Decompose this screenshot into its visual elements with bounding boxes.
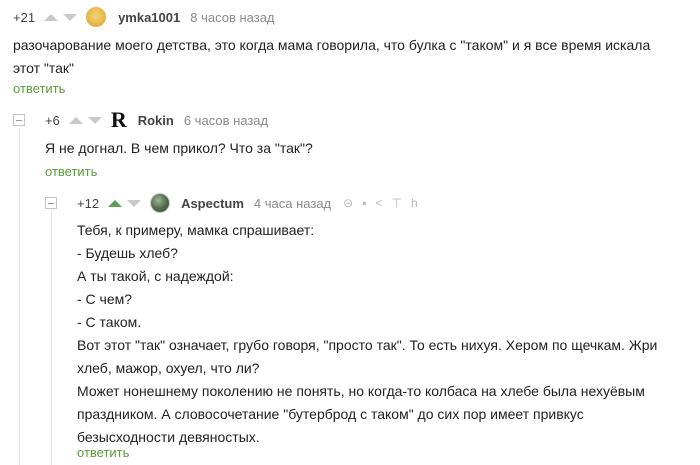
avatar[interactable]: R	[111, 109, 127, 131]
comment-text: Тебя, к примеру, мамка спрашивает: - Буд…	[77, 219, 657, 449]
save-icon[interactable]: ▪	[362, 196, 366, 210]
comment-text-line: Может нонешнему поколению не понять, но …	[77, 383, 645, 399]
share-icon[interactable]: <	[375, 196, 382, 210]
comment-text-line: безысходности девяностых.	[77, 429, 260, 445]
link-icon[interactable]: ⊝	[343, 196, 353, 210]
comment-rating: +12	[77, 195, 100, 211]
comment-rating: +21	[13, 9, 36, 25]
avatar[interactable]	[150, 193, 171, 213]
comment-author[interactable]: Aspectum	[181, 196, 244, 211]
reply-link[interactable]: ответить	[77, 445, 129, 460]
vote-up-icon[interactable]	[108, 199, 123, 207]
comment-text-line: Вот этот "так" означает, грубо говоря, "…	[77, 337, 658, 353]
avatar[interactable]	[86, 7, 107, 27]
comment-text-line: А ты такой, с надеждой:	[77, 268, 234, 284]
comment-header: +6 R Rokin 6 часов назад	[45, 109, 269, 131]
comment-rating: +6	[45, 112, 60, 128]
comment-text-line: Тебя, к примеру, мамка спрашивает:	[77, 222, 315, 238]
comment-time: 4 часа назад	[253, 195, 332, 211]
reply-link[interactable]: ответить	[13, 81, 65, 96]
comment-text-line: Я не догнал. В чем прикол? Что за "так"?	[45, 140, 313, 156]
comment-header: +12 Aspectum 4 часа назад ⊝ ▪ < ⊤ h	[77, 193, 418, 213]
vote-down-icon[interactable]	[87, 116, 102, 124]
collapse-thread-button[interactable]	[45, 197, 57, 209]
reply-link[interactable]: ответить	[45, 164, 97, 179]
thread-line	[51, 210, 52, 465]
comment-author[interactable]: Rokin	[138, 113, 174, 128]
comment-text: Я не догнал. В чем прикол? Что за "так"?	[45, 137, 313, 160]
comment-author[interactable]: ymka1001	[118, 10, 180, 25]
comment-text: разочарование моего детства, это когда м…	[13, 34, 650, 80]
pin-icon[interactable]: ⊤	[392, 196, 402, 210]
vote-down-icon[interactable]	[63, 13, 78, 21]
comment-time: 8 часов назад	[190, 9, 275, 25]
collapse-thread-button[interactable]	[13, 114, 25, 126]
comment-text-line: праздником. А словосочетание "бутерброд …	[77, 406, 584, 422]
comment-header: +21 ymka1001 8 часов назад	[13, 7, 275, 27]
vote-up-icon[interactable]	[68, 116, 83, 124]
thread-line	[19, 128, 20, 465]
vote-up-icon[interactable]	[44, 13, 59, 21]
comment-text-line: - С чем?	[77, 291, 133, 307]
comment-text-line: - Будешь хлеб?	[77, 245, 178, 261]
comment-text-line: хлеб, мажор, охуел, что ли?	[77, 360, 260, 376]
comment-text-line: - С таком.	[77, 314, 142, 330]
more-icon[interactable]: h	[411, 196, 418, 210]
comment-text-line: этот "так"	[13, 60, 74, 76]
comment-text-line: разочарование моего детства, это когда м…	[13, 37, 651, 53]
comment-time: 6 часов назад	[183, 112, 269, 128]
vote-down-icon[interactable]	[127, 199, 142, 207]
